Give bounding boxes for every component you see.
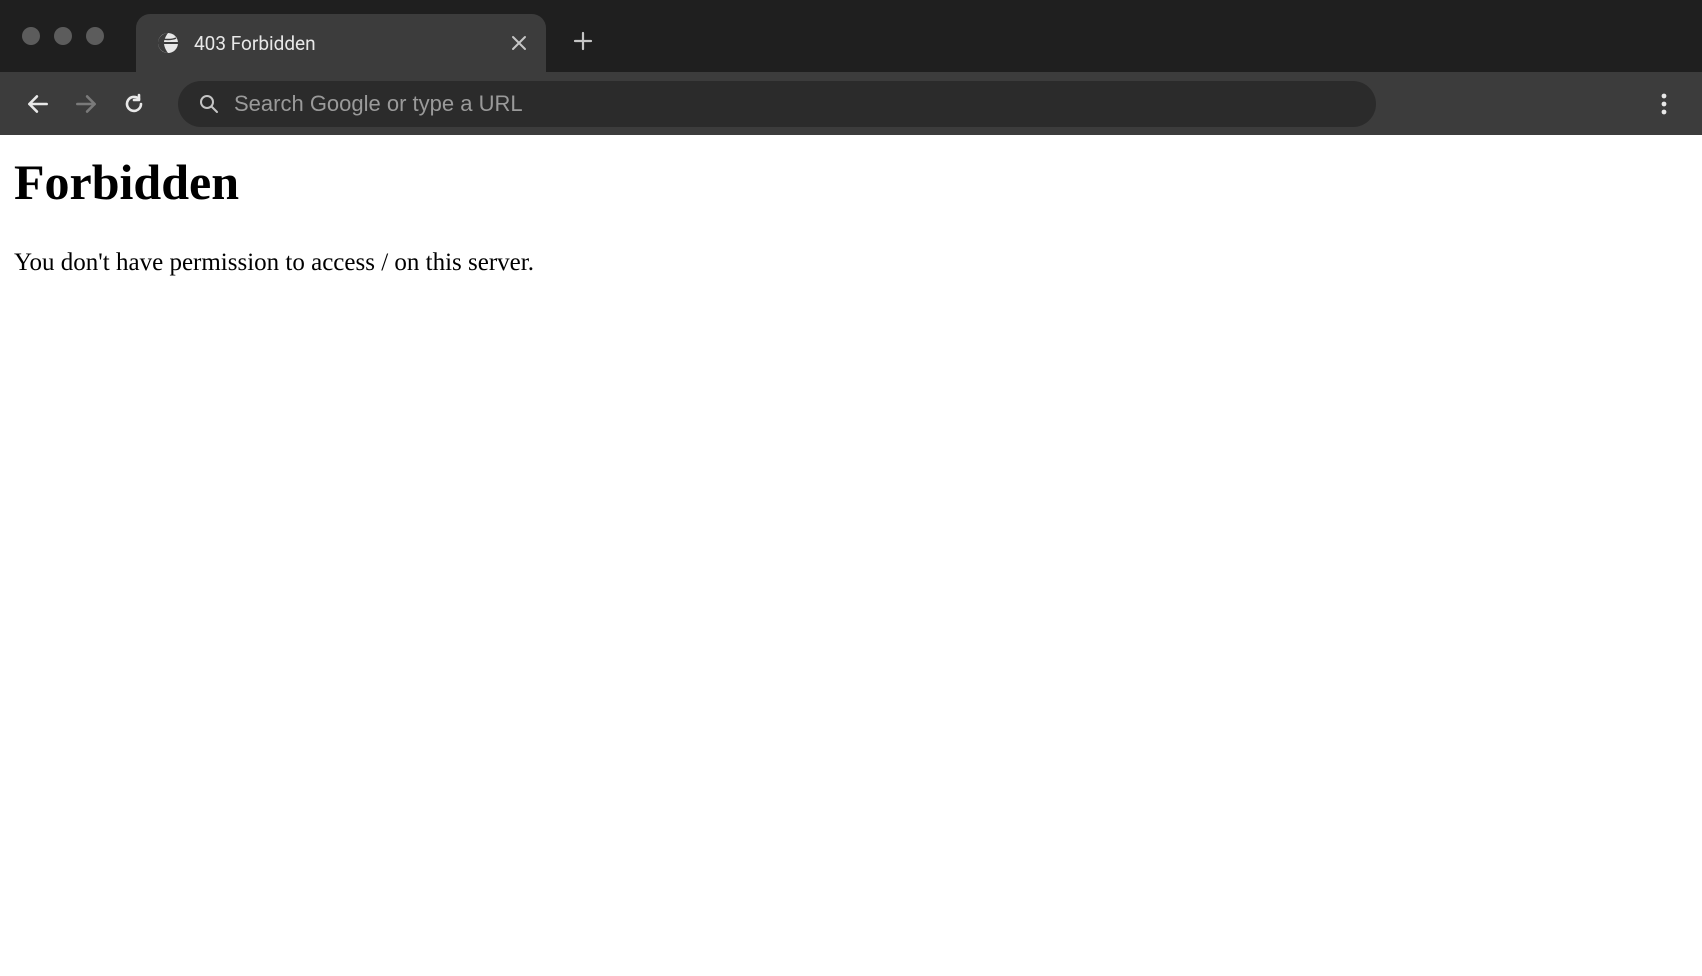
browser-chrome: 403 Forbidden xyxy=(0,0,1702,135)
window-maximize-button[interactable] xyxy=(86,27,104,45)
forward-button[interactable] xyxy=(66,84,106,124)
globe-icon xyxy=(156,31,180,55)
page-body-text: You don't have permission to access / on… xyxy=(14,245,1688,280)
tab-close-button[interactable] xyxy=(508,32,530,54)
page-content: Forbidden You don't have permission to a… xyxy=(0,135,1702,298)
title-bar: 403 Forbidden xyxy=(0,0,1702,72)
tab-title: 403 Forbidden xyxy=(194,32,484,55)
window-close-button[interactable] xyxy=(22,27,40,45)
toolbar xyxy=(0,72,1702,135)
reload-button[interactable] xyxy=(114,84,154,124)
page-heading: Forbidden xyxy=(14,153,1688,211)
address-bar[interactable] xyxy=(178,81,1376,127)
back-button[interactable] xyxy=(18,84,58,124)
browser-tab[interactable]: 403 Forbidden xyxy=(136,14,546,72)
new-tab-button[interactable] xyxy=(564,22,602,60)
menu-button[interactable] xyxy=(1644,84,1684,124)
search-icon xyxy=(198,93,220,115)
window-controls xyxy=(22,27,104,45)
address-input[interactable] xyxy=(234,91,1356,117)
window-minimize-button[interactable] xyxy=(54,27,72,45)
